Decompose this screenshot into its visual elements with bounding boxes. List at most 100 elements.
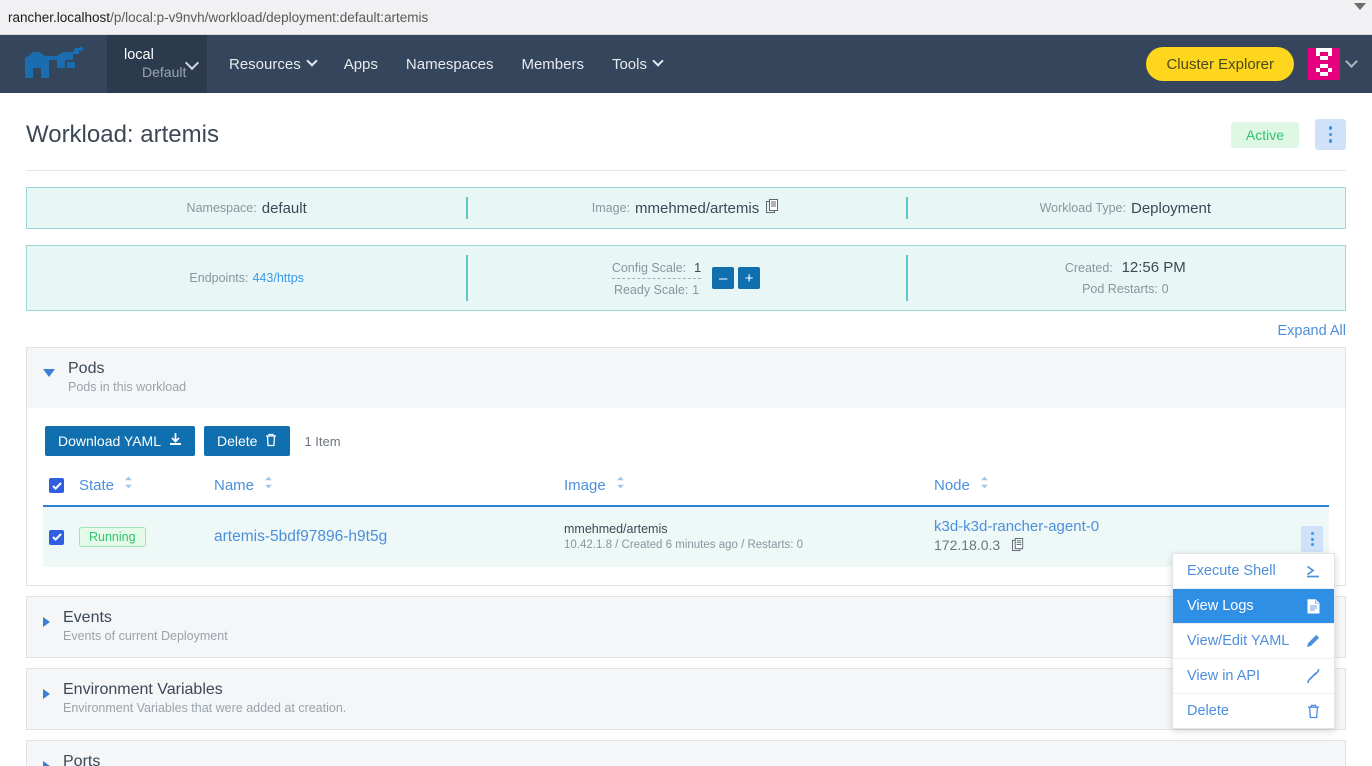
info-value: default [262, 200, 307, 217]
delete-pods-button[interactable]: Delete [204, 426, 290, 456]
nav-item-apps[interactable]: Apps [330, 35, 392, 93]
accordion-environment-variables-header[interactable]: Environment Variables Environment Variab… [27, 669, 1345, 729]
pods-table-header-row: State Name Image Node [43, 472, 1329, 506]
row-checkbox[interactable] [49, 530, 64, 545]
item-count: 1 Item [304, 434, 340, 449]
context-menu-label: Execute Shell [1187, 563, 1304, 579]
kebab-dot-icon [1329, 133, 1333, 137]
context-menu-item-execute-shell[interactable]: Execute Shell [1173, 554, 1334, 588]
context-menu-item-view-edit-yaml[interactable]: View/Edit YAML [1173, 624, 1334, 658]
endpoints-link[interactable]: 443/https [252, 271, 303, 285]
context-menu-item-delete[interactable]: Delete [1173, 694, 1334, 728]
expand-all-link[interactable]: Expand All [1277, 323, 1346, 339]
nav-item-namespaces[interactable]: Namespaces [392, 35, 508, 93]
copy-icon[interactable] [766, 199, 780, 217]
trash-icon [1304, 704, 1322, 719]
chevron-down-icon [1345, 55, 1358, 68]
table-row[interactable]: Running artemis-5bdf97896-h9t5g mmehmed/… [43, 506, 1329, 567]
copy-icon[interactable] [1012, 538, 1025, 557]
workload-actions-button[interactable] [1315, 119, 1346, 150]
accordion-title: Pods [68, 359, 186, 378]
pod-image-meta: 10.42.1.8 / Created 6 minutes ago / Rest… [564, 537, 922, 553]
top-navigation-bar: local Default Resources Apps Namespaces … [0, 35, 1372, 93]
nav-right-group: Cluster Explorer [1146, 35, 1372, 93]
info-scale: Config Scale: 1 Ready Scale: 1 – + [466, 246, 905, 310]
scale-up-button[interactable]: + [738, 267, 760, 289]
context-menu-item-view-in-api[interactable]: View in API [1173, 659, 1334, 693]
info-value: mmehmed/artemis [635, 200, 759, 217]
column-header-actions [1285, 472, 1329, 506]
context-menu-item-view-logs[interactable]: View Logs [1173, 589, 1334, 623]
column-label: Node [934, 477, 970, 494]
kebab-dot-icon [1329, 126, 1333, 130]
download-icon [169, 433, 182, 450]
kebab-dot-icon [1329, 139, 1333, 143]
context-menu-label: View/Edit YAML [1187, 633, 1304, 649]
pod-name-link[interactable]: artemis-5bdf97896-h9t5g [214, 528, 387, 545]
select-all-checkbox[interactable] [49, 478, 64, 493]
chevron-down-icon [43, 369, 55, 377]
rancher-logo[interactable] [0, 35, 107, 93]
info-value: Deployment [1131, 200, 1211, 217]
nav-item-label: Apps [344, 56, 378, 73]
kebab-dot-icon [1311, 538, 1314, 541]
sort-icon [980, 476, 989, 493]
column-header-state[interactable]: State [73, 472, 208, 506]
row-select-cell [43, 506, 73, 567]
row-actions-button[interactable] [1301, 526, 1323, 552]
page-title: Workload: artemis [26, 121, 219, 149]
accordion-subtitle: Pods in this workload [68, 379, 186, 396]
browser-url-bar[interactable]: rancher.localhost/p/local:p-v9nvh/worklo… [0, 0, 1372, 35]
download-yaml-label: Download YAML [58, 433, 161, 449]
info-created: Created: 12:56 PM Pod Restarts: 0 [906, 246, 1345, 310]
accordion-events-header[interactable]: Events Events of current Deployment [27, 597, 1345, 657]
created-value: 12:56 PM [1122, 259, 1186, 276]
nav-item-tools[interactable]: Tools [598, 35, 676, 93]
chevron-right-icon [43, 617, 50, 627]
created-row: Created: 12:56 PM [1065, 257, 1186, 279]
context-menu-label: Delete [1187, 703, 1304, 719]
download-yaml-button[interactable]: Download YAML [45, 426, 195, 456]
scale-down-button[interactable]: – [712, 267, 734, 289]
expand-all-row: Expand All [26, 311, 1346, 347]
terminal-icon [1304, 565, 1322, 578]
info-label: Workload Type: [1040, 201, 1126, 215]
chevron-down-icon[interactable] [1354, 3, 1366, 10]
pod-restarts-row: Pod Restarts: 0 [1065, 279, 1186, 299]
info-label: Namespace: [187, 201, 257, 215]
accordion-title: Ports [63, 752, 469, 766]
nav-item-members[interactable]: Members [507, 35, 598, 93]
status-badge: Active [1231, 122, 1299, 148]
column-header-name[interactable]: Name [208, 472, 558, 506]
accordion-pods-titles: Pods Pods in this workload [68, 359, 186, 396]
info-endpoints: Endpoints: 443/https [27, 246, 466, 310]
kebab-dot-icon [1311, 532, 1314, 535]
info-label: Config Scale: [612, 261, 686, 275]
pod-context-menu: Execute Shell View Logs View/Edit YAML V… [1172, 553, 1335, 729]
context-menu-label: View in API [1187, 668, 1304, 684]
column-header-node[interactable]: Node [928, 472, 1285, 506]
info-namespace: Namespace: default [27, 188, 466, 228]
info-label: Endpoints: [189, 271, 248, 285]
config-scale: Config Scale: 1 [612, 260, 701, 279]
column-header-image[interactable]: Image [558, 472, 928, 506]
cluster-explorer-button[interactable]: Cluster Explorer [1146, 47, 1294, 81]
pod-node-link[interactable]: k3d-k3d-rancher-agent-0 [934, 517, 1279, 536]
nav-item-label: Namespaces [406, 56, 494, 73]
accordion-ports: Ports Mappings of container listening po… [26, 740, 1346, 766]
info-label: Image: [592, 201, 630, 215]
scale-buttons: – + [712, 267, 760, 289]
trash-icon [265, 433, 277, 450]
nav-item-resources[interactable]: Resources [215, 35, 330, 93]
user-menu[interactable] [1308, 48, 1356, 80]
kebab-dot-icon [1311, 543, 1314, 546]
pod-node-ip: 172.18.0.3 [934, 537, 1000, 553]
delete-label: Delete [217, 433, 257, 449]
pods-table-body: Running artemis-5bdf97896-h9t5g mmehmed/… [43, 506, 1329, 567]
cluster-selector[interactable]: local Default [107, 35, 207, 93]
info-card-primary: Namespace: default Image: mmehmed/artemi… [26, 187, 1346, 229]
link-icon [1304, 669, 1322, 683]
accordion-ports-header[interactable]: Ports Mappings of container listening po… [27, 741, 1345, 766]
avatar [1308, 48, 1340, 80]
accordion-pods-header[interactable]: Pods Pods in this workload [27, 348, 1345, 408]
